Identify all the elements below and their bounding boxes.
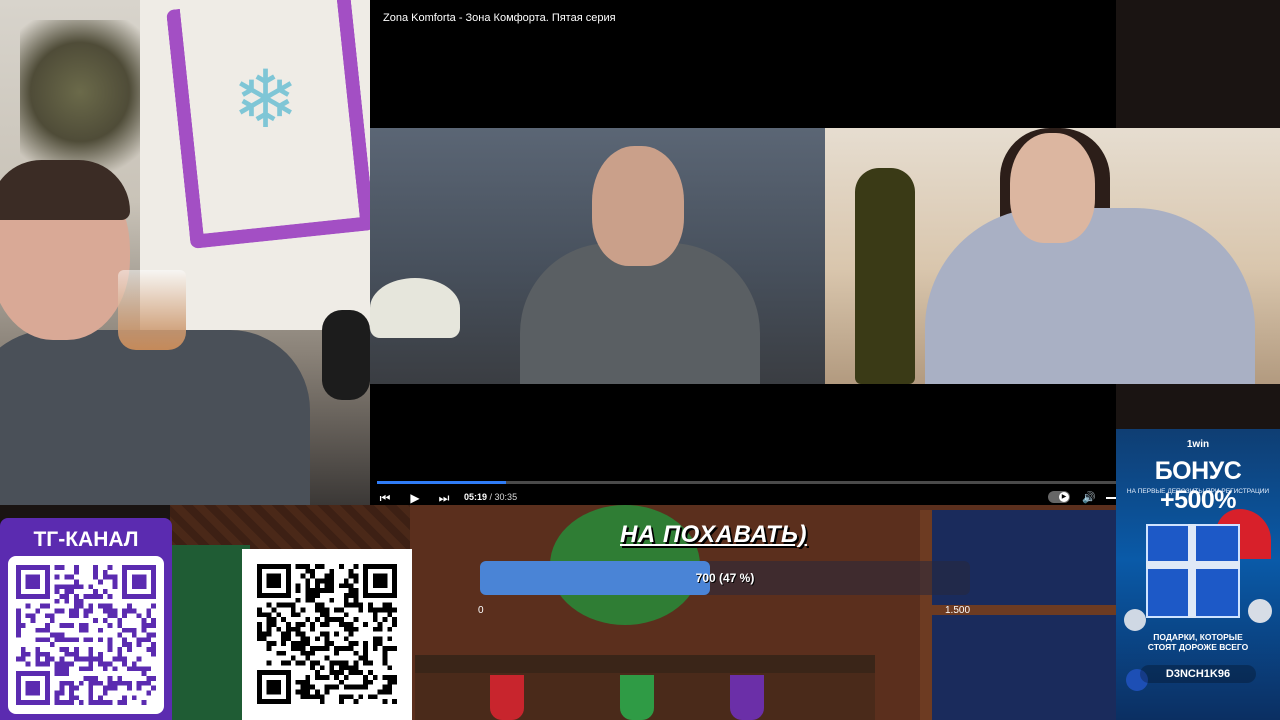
qr-code-image	[16, 565, 156, 705]
man-head	[592, 146, 684, 266]
goal-progress-label: 700 (47 %)	[695, 571, 755, 585]
qr-code-image	[257, 564, 397, 704]
video-title: Zona Komforta - Зона Комфорта. Пятая сер…	[383, 12, 616, 24]
volume-icon: 🔊	[1082, 492, 1096, 504]
snowflake-icon: ❄	[232, 55, 300, 144]
gift-ribbon	[1146, 561, 1240, 569]
time-separator: /	[487, 492, 495, 502]
total-time: 30:35	[494, 492, 518, 502]
promo-code[interactable]: D3NCH1K96	[1140, 665, 1256, 683]
time-display: 05:19 / 30:35	[464, 492, 517, 502]
video-progress-fill	[377, 481, 506, 484]
desk-lamp	[370, 278, 460, 338]
play-icon: ▶	[410, 491, 420, 505]
video-frame-right	[825, 128, 1280, 384]
telegram-panel: ТГ-КАНАЛ	[0, 518, 172, 720]
goal-max-label: 1.500	[945, 605, 971, 616]
stocking-red	[490, 675, 524, 720]
stocking-purple	[730, 675, 764, 720]
wine-bottle	[855, 168, 915, 384]
ornament-ball	[1248, 599, 1272, 623]
previous-icon: ⏮	[379, 491, 391, 505]
volume-slider[interactable]	[1106, 497, 1116, 499]
ornament-ball	[1124, 609, 1146, 631]
video-frame-left	[370, 128, 825, 384]
telegram-title: ТГ-КАНАЛ	[33, 528, 139, 551]
current-time: 05:19	[464, 492, 488, 502]
webcam-feed: ❄	[0, 0, 370, 505]
autoplay-toggle[interactable]: ▶	[1048, 491, 1070, 503]
stocking-green	[620, 675, 654, 720]
streamer-shirt	[0, 330, 310, 505]
drink-glass	[118, 270, 186, 350]
video-player[interactable]: Zona Komforta - Зона Комфорта. Пятая сер…	[370, 0, 1280, 512]
video-progress-bar[interactable]	[377, 481, 1116, 484]
donation-qr-code[interactable]	[242, 549, 412, 720]
next-icon: ⏭	[438, 491, 450, 505]
woman-head	[1010, 133, 1095, 243]
streamer	[0, 160, 310, 505]
pixel-mantel	[415, 655, 875, 673]
microphone	[322, 310, 370, 400]
ad-gifts-text: ПОДАРКИ, КОТОРЫЕ СТОЯТ ДОРОЖЕ ВСЕГО	[1116, 632, 1280, 652]
pixel-christmas-tree	[170, 545, 250, 720]
goal-headline: НА ПОХАВАТЬ)	[620, 521, 807, 548]
ad-subheadline: НА ПЕРВЫЕ ДЕПОЗИТЫ ПРИ РЕГИСТРАЦИИ	[1126, 488, 1270, 495]
toggle-play-icon: ▶	[1059, 492, 1069, 502]
gift-ribbon	[1188, 524, 1196, 618]
goal-progress-bar: 700 (47 %)	[480, 561, 970, 595]
ad-gifts-line2: СТОЯТ ДОРОЖЕ ВСЕГО	[1147, 642, 1249, 652]
sponsor-ad[interactable]: 1win БОНУС +500% НА ПЕРВЫЕ ДЕПОЗИТЫ ПРИ …	[1116, 429, 1280, 720]
goal-min-label: 0	[478, 605, 484, 616]
ad-brand: 1win	[1186, 439, 1210, 450]
ad-gifts-line1: ПОДАРКИ, КОТОРЫЕ	[1153, 632, 1243, 642]
streamer-hair	[0, 160, 130, 220]
ad-headline: БОНУС +500%	[1154, 457, 1242, 514]
woman-body	[925, 208, 1255, 384]
telegram-qr-code[interactable]	[8, 556, 164, 714]
